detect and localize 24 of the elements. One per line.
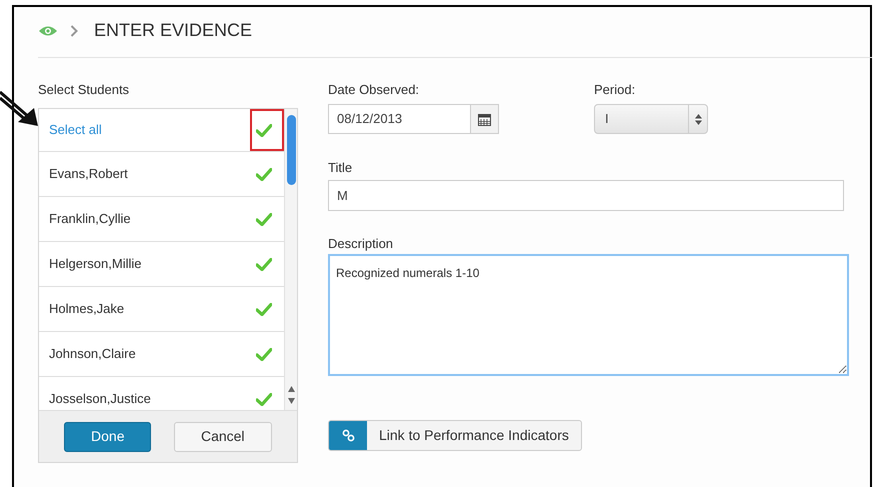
scroll-down-icon[interactable] [288, 398, 295, 404]
link-icon [342, 429, 354, 442]
scroll-up-icon[interactable] [288, 386, 295, 392]
calendar-button[interactable] [471, 104, 499, 134]
pointer-arrow-drawing [0, 88, 40, 128]
title-input[interactable]: M [328, 180, 844, 211]
description-textarea[interactable]: Recognized numerals 1-10 [328, 254, 849, 376]
date-observed-label: Date Observed: [328, 81, 420, 99]
scrollbar-thumb[interactable] [286, 115, 296, 185]
done-button[interactable]: Done [64, 422, 152, 452]
period-select[interactable]: I [594, 104, 708, 134]
period-label: Period: [594, 81, 636, 99]
eye-icon [38, 24, 58, 36]
select-students-label: Select Students [38, 81, 130, 99]
cancel-button[interactable]: Cancel [174, 422, 272, 452]
date-input[interactable]: 08/12/2013 [328, 104, 471, 134]
title-label: Title [328, 159, 354, 177]
description-label: Description [328, 235, 394, 253]
link-performance-indicators-button[interactable]: Link to Performance Indicators [328, 420, 582, 451]
page-title: ENTER EVIDENCE [94, 19, 252, 42]
scrollbar[interactable] [284, 109, 297, 410]
chevron-right-icon [70, 24, 78, 36]
calendar-icon [478, 112, 491, 126]
sort-arrows-icon [694, 114, 702, 124]
